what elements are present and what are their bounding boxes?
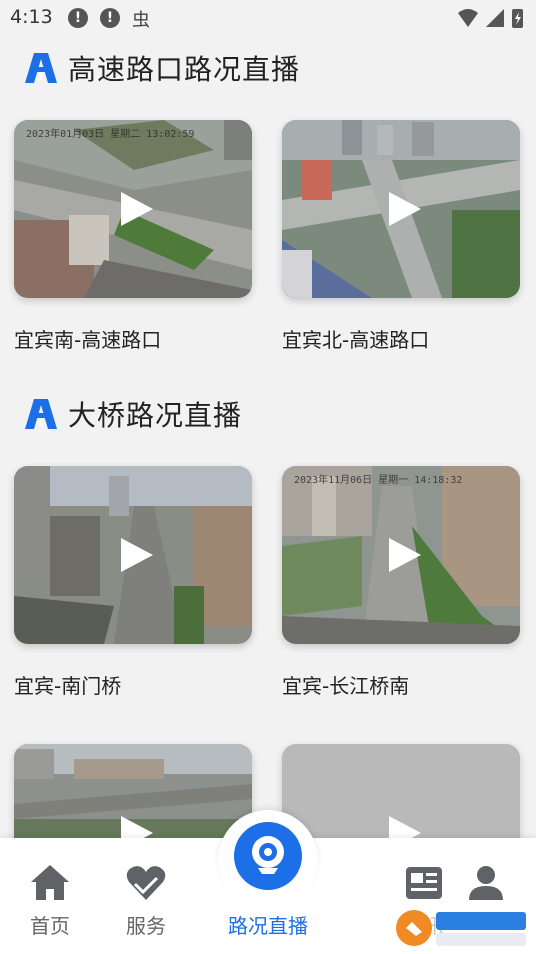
camera-card-yibin-south[interactable]: 2023年01月03日 星期二 13:02:59 [14, 120, 252, 298]
status-time: 4:13 [10, 6, 53, 28]
camera-label[interactable]: 宜宾-南门桥 [14, 670, 121, 699]
site-watermark-logo [392, 906, 532, 950]
play-icon[interactable] [119, 190, 155, 228]
camera-label[interactable]: 宜宾北-高速路口 [282, 324, 429, 353]
status-icons [458, 9, 523, 28]
camera-timestamp: 2023年01月03日 星期二 13:02:59 [26, 129, 195, 140]
section-title-highway: 高速路口路况直播 [24, 48, 300, 88]
nav-label: 服务 [126, 914, 166, 938]
play-icon[interactable] [387, 536, 423, 574]
section-title-bridge: 大桥路况直播 [24, 394, 242, 434]
alert-icon: ! [100, 8, 120, 28]
wifi-icon [458, 9, 478, 27]
nav-label: 路况直播 [228, 914, 308, 938]
camera-timestamp: 2023年11月06日 星期一 14:18:32 [294, 475, 463, 486]
camera-label[interactable]: 宜宾-长江桥南 [282, 670, 409, 699]
section-title-text: 大桥路况直播 [68, 399, 243, 432]
camera-card-changjiang-bridge[interactable]: 2023年11月06日 星期一 14:18:32 [282, 466, 520, 644]
nav-label: 首页 [30, 914, 70, 938]
camera-label[interactable]: 宜宾南-高速路口 [14, 324, 161, 353]
road-logo-icon [25, 53, 57, 83]
home-icon [31, 865, 69, 900]
play-icon[interactable] [387, 190, 423, 228]
user-icon [469, 866, 503, 900]
heart-hand-icon [126, 866, 166, 900]
signal-icon [486, 9, 504, 27]
nav-item-service[interactable]: 服务 [96, 838, 196, 954]
nav-item-home[interactable]: 首页 [0, 838, 100, 954]
camera-card-yibin-north[interactable] [282, 120, 520, 298]
camera-card-nanmen-bridge[interactable] [14, 466, 252, 644]
nav-item-live-traffic[interactable]: 路况直播 [218, 838, 318, 954]
alert-icon: ! [68, 8, 88, 28]
status-bar: 4:13 ! ! 虫 [0, 0, 536, 36]
debug-icon: 虫 [132, 10, 150, 31]
play-icon[interactable] [119, 536, 155, 574]
road-logo-icon [25, 399, 57, 429]
section-title-text: 高速路口路况直播 [68, 53, 301, 86]
